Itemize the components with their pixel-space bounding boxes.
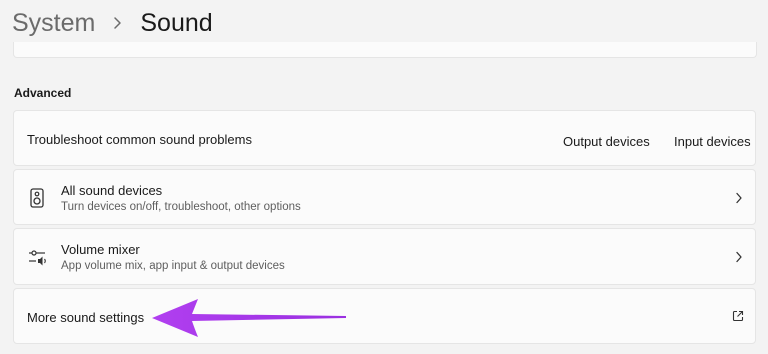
chevron-right-icon <box>107 13 129 33</box>
breadcrumb: System Sound <box>12 6 213 40</box>
all-sound-devices-title: All sound devices <box>61 183 163 198</box>
troubleshoot-row: Troubleshoot common sound problems Outpu… <box>13 110 756 166</box>
speaker-icon <box>28 187 46 209</box>
troubleshoot-label: Troubleshoot common sound problems <box>27 132 252 147</box>
more-sound-settings-row[interactable]: More sound settings <box>13 288 756 344</box>
volume-mixer-icon <box>28 247 48 269</box>
all-sound-devices-row[interactable]: All sound devices Turn devices on/off, t… <box>13 169 756 225</box>
page-title: Sound <box>140 8 213 37</box>
section-label-advanced: Advanced <box>14 86 72 100</box>
previous-settings-card <box>13 42 757 58</box>
chevron-right-icon <box>733 191 745 205</box>
chevron-right-icon <box>733 250 745 264</box>
volume-mixer-row[interactable]: Volume mixer App volume mix, app input &… <box>13 228 756 285</box>
volume-mixer-title: Volume mixer <box>61 242 140 257</box>
output-devices-link[interactable]: Output devices <box>563 134 650 149</box>
volume-mixer-subtitle: App volume mix, app input & output devic… <box>61 260 285 272</box>
annotation-arrow <box>152 299 346 337</box>
external-link-icon <box>731 309 745 323</box>
all-sound-devices-subtitle: Turn devices on/off, troubleshoot, other… <box>61 201 301 213</box>
more-sound-settings-label: More sound settings <box>27 310 145 325</box>
breadcrumb-parent-system[interactable]: System <box>12 9 95 38</box>
input-devices-link[interactable]: Input devices <box>674 134 751 149</box>
